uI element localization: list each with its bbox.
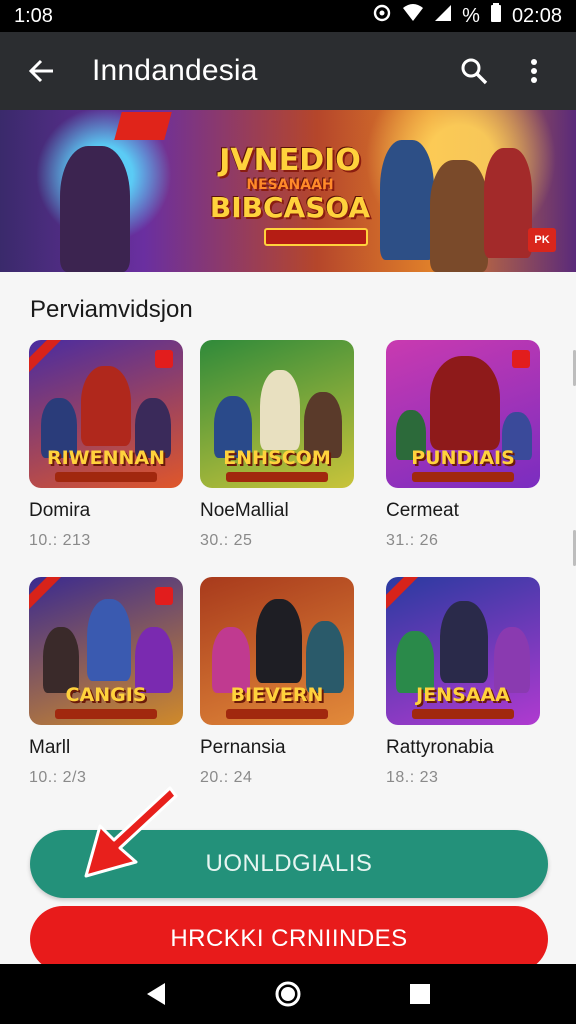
app-bar: Inndandesia: [0, 32, 576, 110]
game-name: Cermeat: [386, 500, 459, 521]
game-character: [306, 621, 344, 693]
game-meta: 10.: 213: [29, 532, 91, 549]
game-meta: 18.: 23: [386, 769, 439, 786]
game-card[interactable]: JENSAAA Rattyronabia 18.: 23: [386, 577, 546, 787]
game-character: [87, 599, 131, 681]
search-icon[interactable]: [452, 49, 496, 93]
game-logo: JENSAAA: [416, 684, 510, 706]
battery-icon: [490, 3, 502, 29]
status-time: 1:08: [14, 4, 53, 27]
more-vert-icon[interactable]: [512, 49, 556, 93]
game-thumbnail[interactable]: JENSAAA: [386, 577, 540, 725]
ribbon-decoration: [29, 340, 66, 378]
game-logo: BIEVERN: [230, 684, 324, 706]
game-badge: [512, 350, 530, 368]
game-meta: 31.: 26: [386, 532, 439, 549]
ribbon-decoration: [386, 577, 423, 615]
back-arrow-icon[interactable]: [20, 49, 64, 93]
game-name: Domira: [29, 500, 91, 521]
banner-badge: PK: [528, 228, 556, 252]
game-character: [260, 370, 300, 450]
game-name: NoeMallial: [200, 500, 289, 521]
game-card[interactable]: CANGIS Marll 10.: 2/3: [29, 577, 189, 787]
banner-ribbon: [264, 228, 368, 246]
battery-percent: %: [462, 4, 480, 27]
game-badge: [155, 350, 173, 368]
game-thumbnail[interactable]: CANGIS: [29, 577, 183, 725]
banner-flag-decoration: [114, 112, 172, 140]
nav-recents-icon[interactable]: [398, 972, 442, 1016]
game-character: [430, 356, 500, 450]
game-meta: 20.: 24: [200, 769, 253, 786]
system-nav-bar: [0, 964, 576, 1024]
nav-back-icon[interactable]: [134, 972, 178, 1016]
game-name: Rattyronabia: [386, 737, 494, 758]
page-title: Inndandesia: [92, 54, 258, 87]
game-logo-ribbon: [55, 472, 157, 482]
game-name: Marll: [29, 737, 71, 758]
banner-logo: JVNEDIO NESANAAH BIBCASOA: [190, 146, 390, 222]
game-logo: RIWENNAN: [46, 447, 166, 469]
game-meta: 30.: 25: [200, 532, 253, 549]
game-card[interactable]: BIEVERN Pernansia 20.: 24: [200, 577, 360, 787]
ribbon-decoration: [29, 577, 66, 615]
section-title: Perviamvidsjon: [30, 296, 193, 323]
featured-banner[interactable]: JVNEDIO NESANAAH BIBCASOA PK: [0, 110, 576, 272]
banner-character: [484, 148, 532, 258]
status-clock-right: 02:08: [511, 4, 562, 27]
game-thumbnail[interactable]: PUNDIAIS: [386, 340, 540, 488]
game-name: Pernansia: [200, 737, 286, 758]
nfc-icon: [372, 3, 392, 29]
banner-character: [430, 160, 488, 272]
game-logo-ribbon: [226, 472, 328, 482]
signal-icon: [434, 4, 452, 28]
game-badge: [155, 587, 173, 605]
game-logo: CANGIS: [65, 684, 147, 706]
game-thumbnail[interactable]: BIEVERN: [200, 577, 354, 725]
game-logo: PUNDIAIS: [411, 447, 515, 469]
game-character: [440, 601, 488, 683]
game-logo-ribbon: [412, 472, 514, 482]
game-card[interactable]: PUNDIAIS Cermeat 31.: 26: [386, 340, 546, 550]
banner-character: [60, 146, 130, 272]
game-logo: ENHSCOM: [223, 447, 331, 469]
status-bar: 1:08 % 02:08: [0, 0, 576, 32]
game-thumbnail[interactable]: ENHSCOM: [200, 340, 354, 488]
game-logo-ribbon: [226, 709, 328, 719]
red-arrow-icon: [84, 786, 178, 878]
banner-title-line2: NESANAAH: [246, 177, 334, 193]
status-icons: % 02:08: [372, 3, 562, 29]
game-thumbnail[interactable]: RIWENNAN: [29, 340, 183, 488]
game-card[interactable]: ENHSCOM NoeMallial 30.: 25: [200, 340, 360, 550]
banner-title-line3: BIBCASOA: [209, 191, 371, 224]
game-card[interactable]: RIWENNAN Domira 10.: 213: [29, 340, 189, 550]
nav-home-icon[interactable]: [266, 972, 310, 1016]
game-character: [81, 366, 131, 446]
wifi-icon: [402, 4, 424, 28]
secondary-action-button[interactable]: HRCKKI CRNIINDES: [30, 906, 548, 972]
banner-title-line1: JVNEDIO: [219, 143, 361, 178]
game-logo-ribbon: [412, 709, 514, 719]
game-character: [256, 599, 302, 683]
game-logo-ribbon: [55, 709, 157, 719]
